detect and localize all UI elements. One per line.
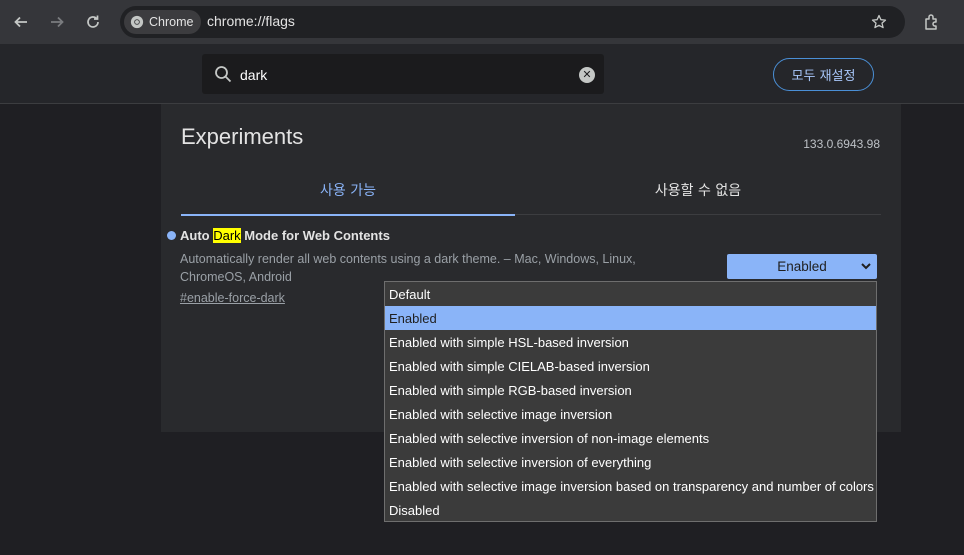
dropdown-option[interactable]: Enabled with simple HSL-based inversion <box>385 330 876 354</box>
reset-all-button[interactable]: 모두 재설정 <box>773 58 874 91</box>
forward-button[interactable] <box>45 10 69 34</box>
flag-modified-indicator <box>167 231 176 240</box>
flag-title-suffix: Mode for Web Contents <box>240 228 390 243</box>
flag-title-prefix: Auto <box>180 228 214 243</box>
back-button[interactable] <box>9 10 33 34</box>
dropdown-option-selected[interactable]: Enabled <box>385 306 876 330</box>
flag-state-value: Enabled <box>777 259 827 274</box>
dropdown-option[interactable]: Default <box>385 282 876 306</box>
url-text[interactable]: chrome://flags <box>207 13 295 29</box>
reload-icon <box>87 15 99 28</box>
puzzle-icon <box>925 14 937 30</box>
arrow-left-icon <box>14 16 27 28</box>
flag-permalink[interactable]: #enable-force-dark <box>180 291 285 305</box>
bookmark-button[interactable] <box>869 12 889 32</box>
page-title: Experiments <box>181 124 304 149</box>
address-bar[interactable]: Chrome chrome://flags <box>120 6 905 38</box>
flag-state-select[interactable]: Enabled <box>727 254 877 279</box>
dropdown-option[interactable]: Enabled with selective image inversion <box>385 402 876 426</box>
search-input[interactable] <box>238 63 562 87</box>
dropdown-option[interactable]: Enabled with simple CIELAB-based inversi… <box>385 354 876 378</box>
reload-button[interactable] <box>81 10 105 34</box>
extensions-button[interactable] <box>920 10 944 34</box>
chevron-down-icon <box>861 263 871 270</box>
tab-unavailable[interactable]: 사용할 수 없음 <box>515 180 881 215</box>
chrome-logo-icon <box>130 15 144 29</box>
dropdown-option[interactable]: Enabled with selective inversion of ever… <box>385 450 876 474</box>
tab-available[interactable]: 사용 가능 <box>181 180 515 216</box>
search-icon <box>215 66 232 83</box>
flags-header: ✕ 모두 재설정 <box>0 44 964 104</box>
dropdown-option[interactable]: Enabled with selective image inversion b… <box>385 474 876 498</box>
dropdown-option[interactable]: Enabled with simple RGB-based inversion <box>385 378 876 402</box>
clear-icon: ✕ <box>582 68 592 81</box>
site-info-chip[interactable]: Chrome <box>124 10 202 34</box>
clear-search-button[interactable]: ✕ <box>579 67 595 83</box>
flag-state-dropdown: Default Enabled Enabled with simple HSL-… <box>384 281 877 522</box>
search-highlight: Dark <box>213 228 241 243</box>
dropdown-option[interactable]: Disabled <box>385 498 876 522</box>
search-box[interactable]: ✕ <box>202 54 604 94</box>
star-icon <box>871 14 887 29</box>
arrow-right-icon <box>51 16 64 28</box>
version-label: 133.0.6943.98 <box>803 137 880 151</box>
chip-label: Chrome <box>149 15 194 29</box>
dropdown-option[interactable]: Enabled with selective inversion of non-… <box>385 426 876 450</box>
flag-title: Auto Dark Mode for Web Contents <box>180 228 390 243</box>
browser-toolbar: Chrome chrome://flags <box>0 0 964 44</box>
